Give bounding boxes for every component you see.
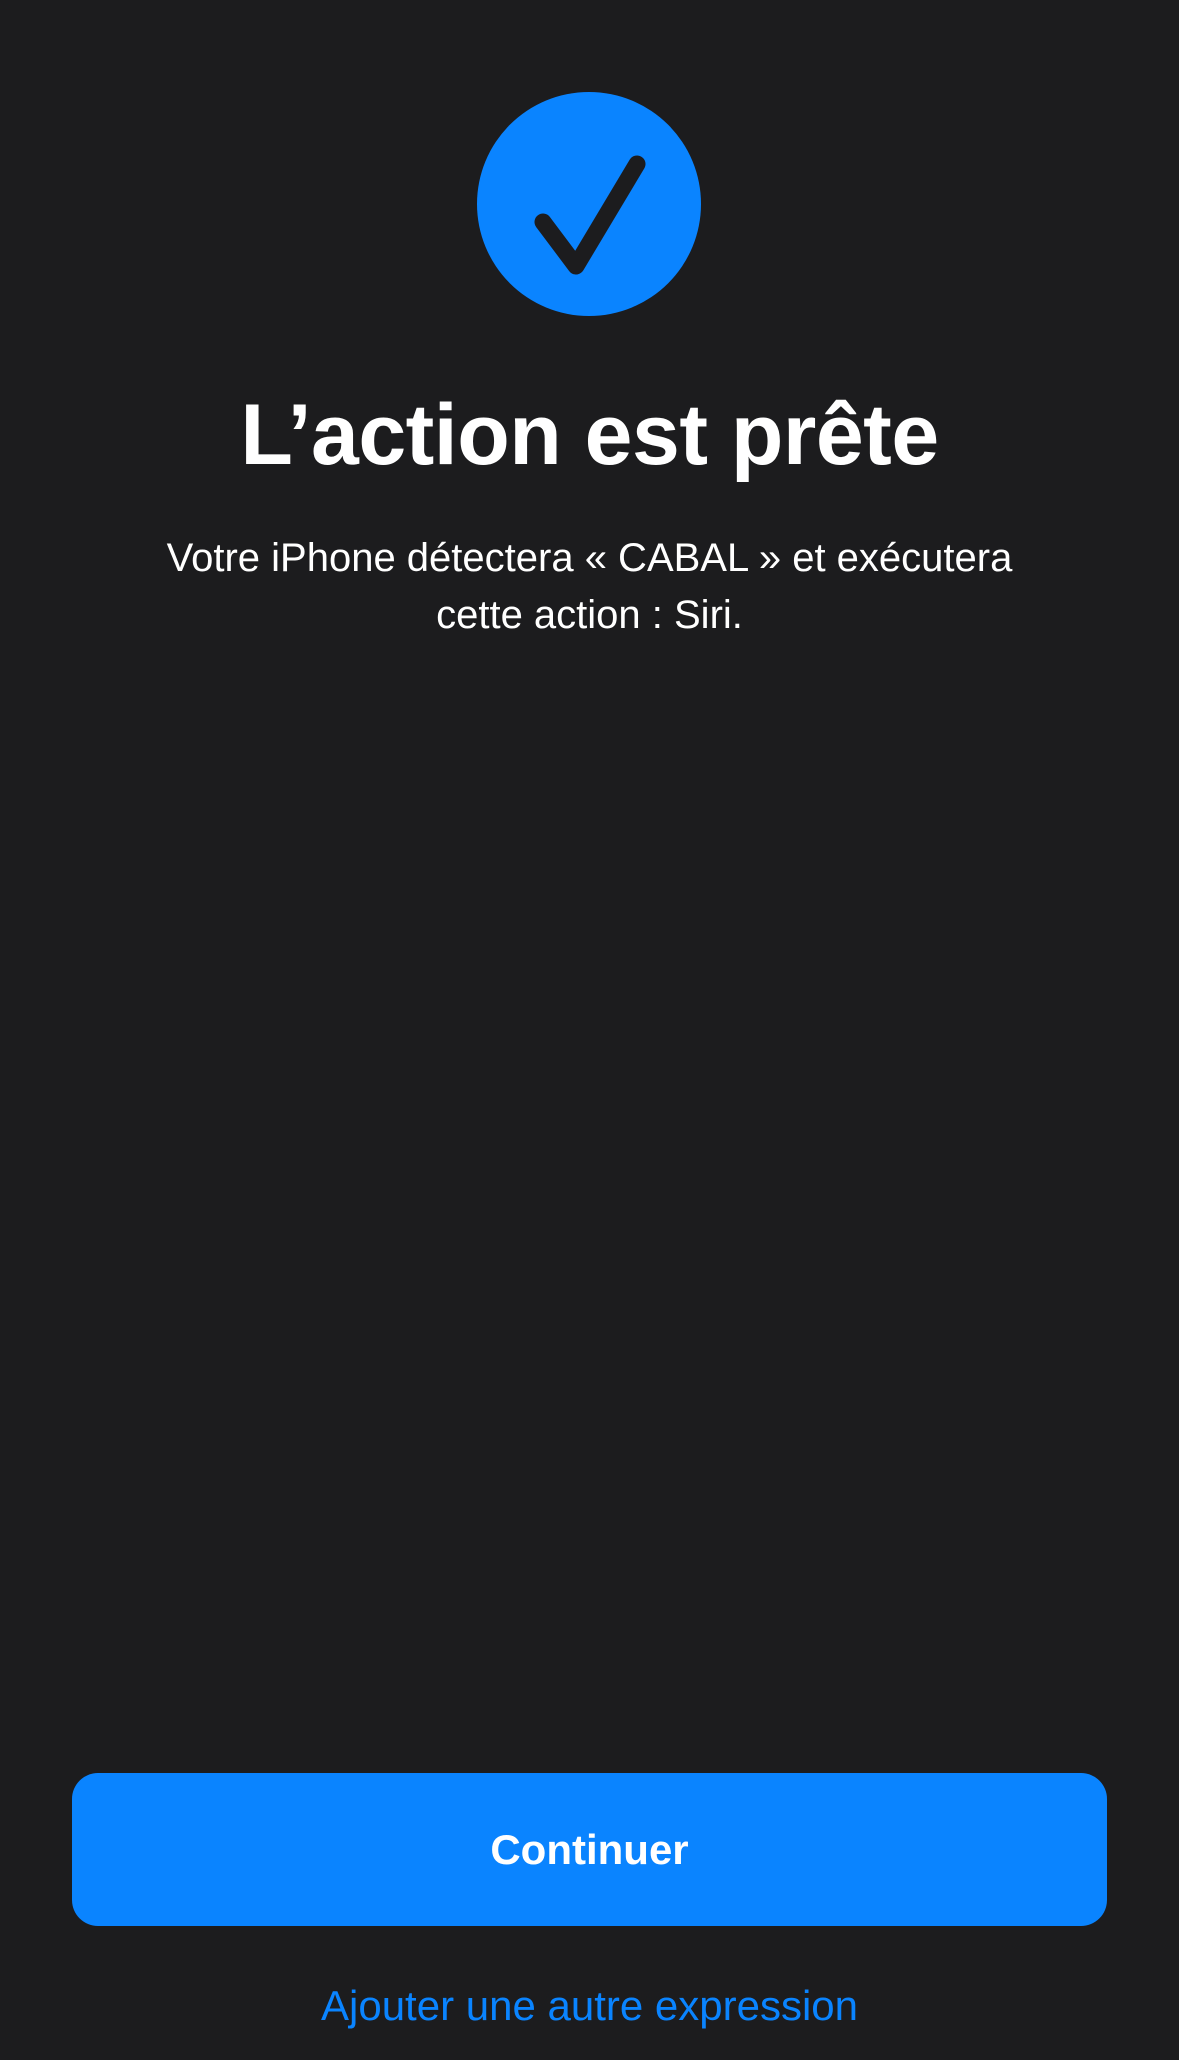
add-expression-link[interactable]: Ajouter une autre expression <box>0 1980 1179 2032</box>
description-line-2: cette action : Siri. <box>436 593 743 637</box>
description-text: Votre iPhone détectera « CABAL » et exéc… <box>100 530 1079 644</box>
page-title: L’action est prête <box>240 387 939 483</box>
checkmark-circle-icon <box>477 92 701 316</box>
continue-button[interactable]: Continuer <box>72 1773 1107 1926</box>
checkmark-icon <box>534 155 646 275</box>
description-line-1: Votre iPhone détectera « CABAL » et exéc… <box>166 536 1013 580</box>
